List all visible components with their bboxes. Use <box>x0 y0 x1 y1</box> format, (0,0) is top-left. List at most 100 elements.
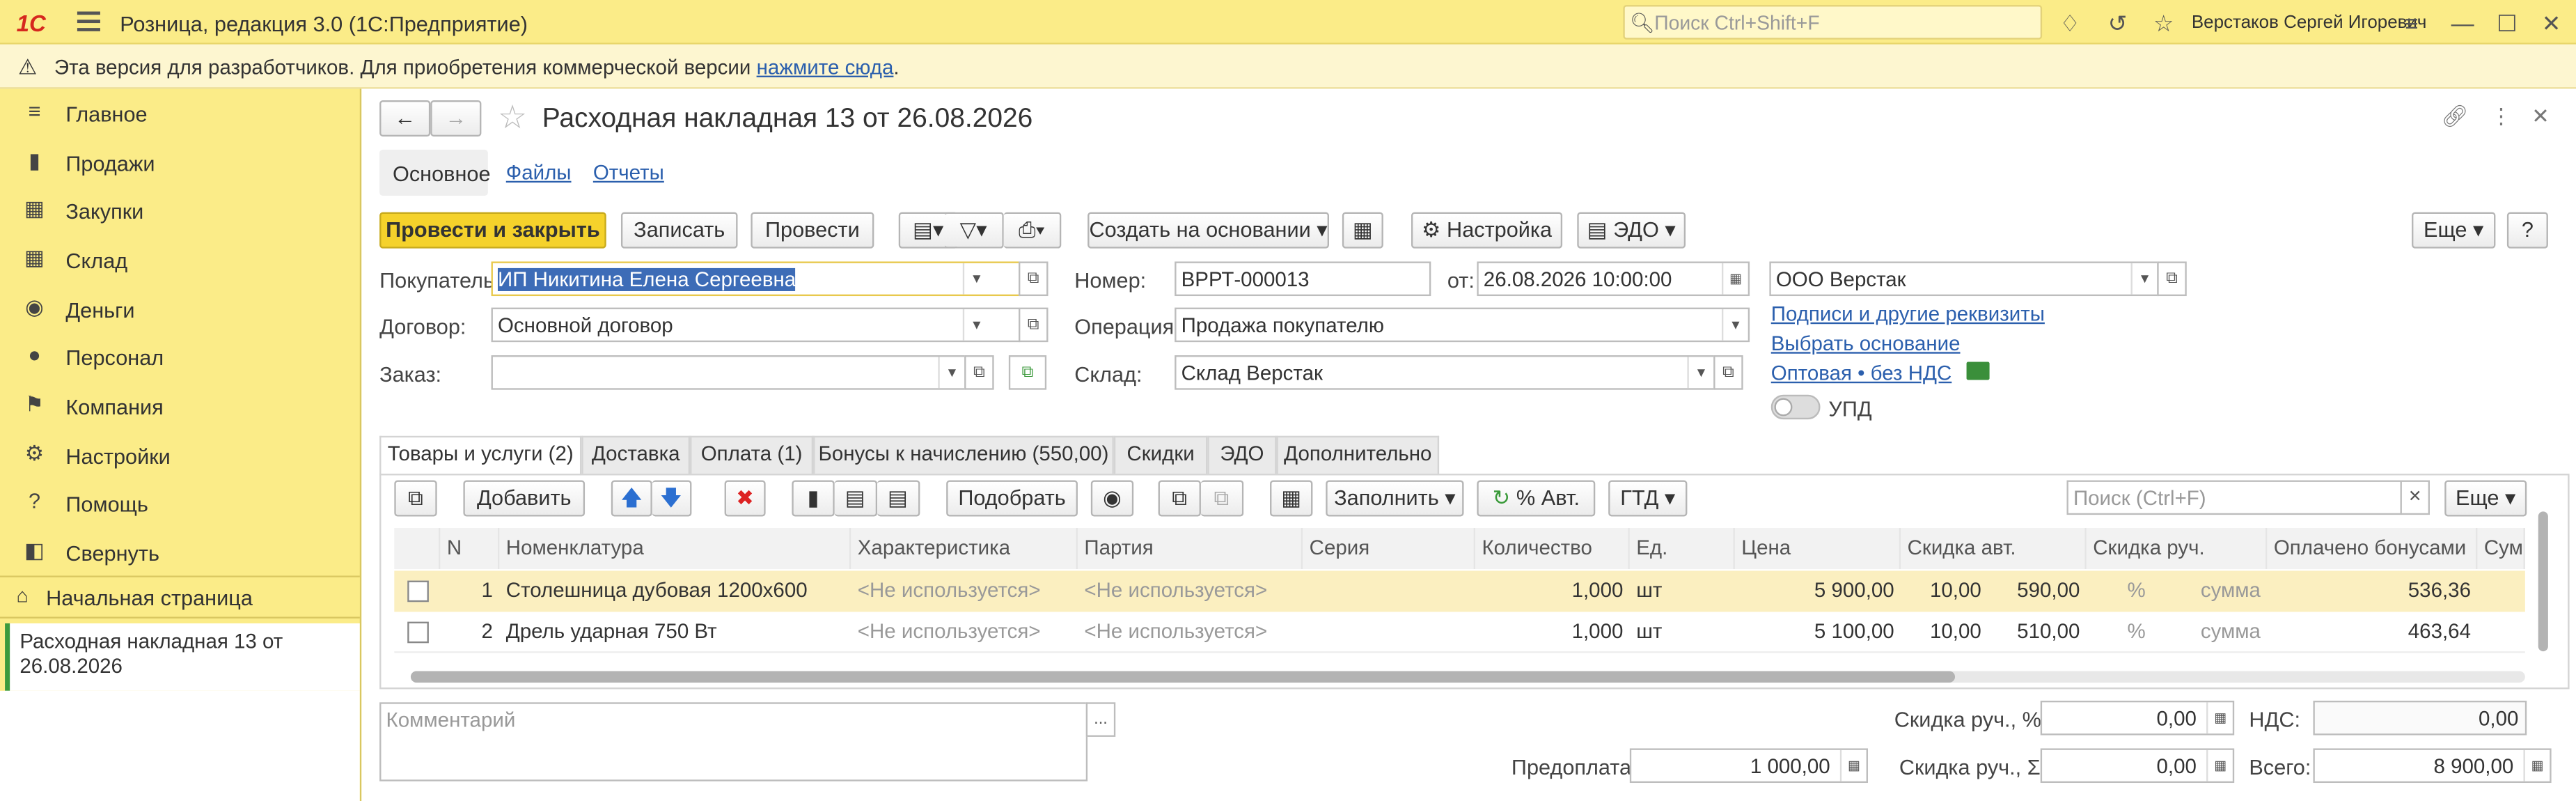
col-bonus-paid[interactable]: Оплачено бонусами <box>2267 528 2478 570</box>
row-checkbox[interactable] <box>407 621 429 644</box>
report-structure-icon[interactable]: ▦ <box>1342 212 1383 249</box>
tab-bonuses[interactable]: Бонусы к начислению (550,00) <box>813 435 1114 474</box>
paste-icon[interactable]: ⧉ <box>1200 480 1244 517</box>
open-window-item[interactable]: Расходная накладная 13 от 26.08.2026 <box>5 623 360 691</box>
col-manual-discount[interactable]: Скидка руч. <box>2086 528 2268 570</box>
sidebar-item-company[interactable]: ⚑ Компания <box>0 383 360 430</box>
favorites-star-icon[interactable]: ☆ <box>2151 10 2177 36</box>
order-field[interactable]: ▼ <box>491 355 966 390</box>
choose-basis-link[interactable]: Выбрать основание <box>1771 332 1961 355</box>
chevron-down-icon[interactable]: ▼ <box>962 309 989 341</box>
minimize-icon[interactable]: — <box>2449 10 2476 36</box>
favorite-star-icon[interactable]: ☆ <box>498 97 527 138</box>
prepay-field[interactable]: 1 000,00 ▦ <box>1629 748 1868 784</box>
add-order-icon[interactable]: ⧉ <box>1008 355 1047 390</box>
contract-field[interactable]: Основной договор ▼ <box>491 307 1021 343</box>
scanner-icon[interactable]: ▤ <box>834 480 878 517</box>
col-sum[interactable]: Сум <box>2477 528 2525 570</box>
calculator-icon[interactable]: ▦ <box>2523 749 2550 781</box>
maximize-icon[interactable]: ☐ <box>2494 10 2520 36</box>
chevron-down-icon[interactable]: ▼ <box>1687 357 1713 389</box>
chevron-down-icon[interactable]: ▼ <box>2130 263 2158 295</box>
link-icon[interactable]: 🔗︎ <box>2442 104 2469 130</box>
manual-discount-pct-field[interactable]: 0,00 ▦ <box>2040 700 2235 736</box>
warehouse-field[interactable]: Склад Верстак ▼ <box>1175 355 1715 390</box>
col-unit[interactable]: Ед. <box>1629 528 1735 570</box>
vertical-scrollbar[interactable] <box>2538 511 2548 652</box>
sidebar-item-settings[interactable]: ⚙ Настройки <box>0 433 360 480</box>
print-icon[interactable]: ⎙▾ <box>1003 212 1062 249</box>
manual-discount-sum-field[interactable]: 0,00 ▦ <box>2040 748 2235 784</box>
price-vat-link[interactable]: Оптовая • без НДС <box>1771 362 1952 385</box>
tab-payment[interactable]: Оплата (1) <box>690 435 814 474</box>
col-item[interactable]: Номенклатура <box>499 528 851 570</box>
sidebar-item-help[interactable]: ? Помощь <box>0 481 360 528</box>
back-button[interactable]: ← <box>379 100 431 137</box>
comment-field[interactable]: Комментарий <box>379 702 1088 781</box>
settings-button[interactable]: ⚙ Настройка <box>1411 212 1563 249</box>
total-field[interactable]: 8 900,00 ▦ <box>2313 748 2552 784</box>
tab-main[interactable]: Основное <box>379 149 491 196</box>
copy-icon[interactable]: ⧉ <box>1158 480 1201 517</box>
move-up-icon[interactable]: 🡅︎ <box>611 480 652 517</box>
history-icon[interactable]: ↺ <box>2105 10 2131 36</box>
chevron-down-icon[interactable]: ▼ <box>1721 309 1748 341</box>
signatures-link[interactable]: Подписи и другие реквизиты <box>1771 302 2045 325</box>
more-actions-icon[interactable]: ⋮ <box>2490 104 2512 130</box>
open-order-icon[interactable]: ⧉ <box>964 355 994 390</box>
sidebar-item-money[interactable]: ◉ Деньги <box>0 286 360 334</box>
upd-toggle[interactable] <box>1770 394 1821 420</box>
open-buyer-icon[interactable]: ⧉ <box>1019 261 1049 297</box>
fill-button[interactable]: Заполнить ▾ <box>1326 480 1464 517</box>
number-field[interactable]: ВРРТ-000013 <box>1175 261 1431 297</box>
open-warehouse-icon[interactable]: ⧉ <box>1713 355 1743 390</box>
save-button[interactable]: Записать <box>620 212 738 249</box>
date-field[interactable]: 26.08.2026 10:00:00 ▦ <box>1477 261 1750 297</box>
organization-field[interactable]: ООО Верстак ▼ <box>1769 261 2159 297</box>
tab-discounts[interactable]: Скидки <box>1113 435 1208 474</box>
table-search-input[interactable]: Поиск (Ctrl+F) <box>2066 480 2402 515</box>
delete-row-icon[interactable]: ✖ <box>724 480 766 517</box>
horizontal-scrollbar[interactable] <box>410 671 2525 683</box>
forward-button[interactable]: → <box>430 100 482 137</box>
calculator-icon[interactable]: ▦ <box>1839 749 1867 781</box>
close-window-icon[interactable]: ✕ <box>2538 10 2565 36</box>
main-menu-icon[interactable] <box>77 11 100 31</box>
calculator-icon[interactable]: ▦ <box>2206 749 2233 781</box>
tab-files[interactable]: Файлы <box>506 161 572 184</box>
gtd-button[interactable]: ГТД ▾ <box>1608 480 1688 517</box>
more-button[interactable]: Еще ▾ <box>2412 212 2496 249</box>
sidebar-item-sales[interactable]: ▮ Продажи <box>0 140 360 187</box>
table-row[interactable]: 1 Столешница дубовая 1200х600 <Не исполь… <box>394 570 2525 612</box>
sidebar-item-warehouse[interactable]: ▦ Склад <box>0 237 360 284</box>
close-form-icon[interactable]: ✕ <box>2531 104 2550 130</box>
sidebar-item-purchases[interactable]: ▦ Закупки <box>0 187 360 235</box>
col-characteristic[interactable]: Характеристика <box>851 528 1078 570</box>
auto-discount-button[interactable]: ↻ % Авт. <box>1477 480 1596 517</box>
table-more-button[interactable]: Еще ▾ <box>2444 480 2527 517</box>
post-and-close-button[interactable]: Провести и закрыть <box>379 212 606 249</box>
row-checkbox[interactable] <box>407 580 429 602</box>
col-price[interactable]: Цена <box>1734 528 1901 570</box>
buy-link[interactable]: нажмите сюда <box>757 56 894 79</box>
eye-icon[interactable]: ◉ <box>1090 480 1134 517</box>
copy-rows-icon[interactable]: ⧉ <box>394 480 437 517</box>
tsd-icon[interactable]: ▤ <box>877 480 920 517</box>
comment-expand-icon[interactable]: ... <box>1085 702 1116 737</box>
move-down-icon[interactable]: 🡇︎ <box>652 480 692 517</box>
tab-reports[interactable]: Отчеты <box>593 161 664 184</box>
clear-search-icon[interactable]: ✕ <box>2400 480 2430 515</box>
tab-goods[interactable]: Товары и услуги (2) <box>379 435 582 476</box>
operation-field[interactable]: Продажа покупателю ▼ <box>1175 307 1750 343</box>
chevron-down-icon[interactable]: ▼ <box>962 263 989 295</box>
calculator-icon[interactable]: ▦ <box>2206 702 2233 734</box>
add-row-button[interactable]: Добавить <box>463 480 586 517</box>
post-button[interactable]: Провести <box>751 212 874 249</box>
sidebar-item-collapse[interactable]: ◧ Свернуть <box>0 529 360 577</box>
col-n[interactable]: N <box>440 528 500 570</box>
sidebar-item-staff[interactable]: ● Персонал <box>0 334 360 381</box>
barcode-icon[interactable]: ▮ <box>792 480 835 517</box>
home-page-item[interactable]: ⌂ Начальная страница <box>0 577 360 617</box>
col-quantity[interactable]: Количество <box>1475 528 1630 570</box>
filter-icon[interactable]: ▽▾ <box>944 212 1004 249</box>
